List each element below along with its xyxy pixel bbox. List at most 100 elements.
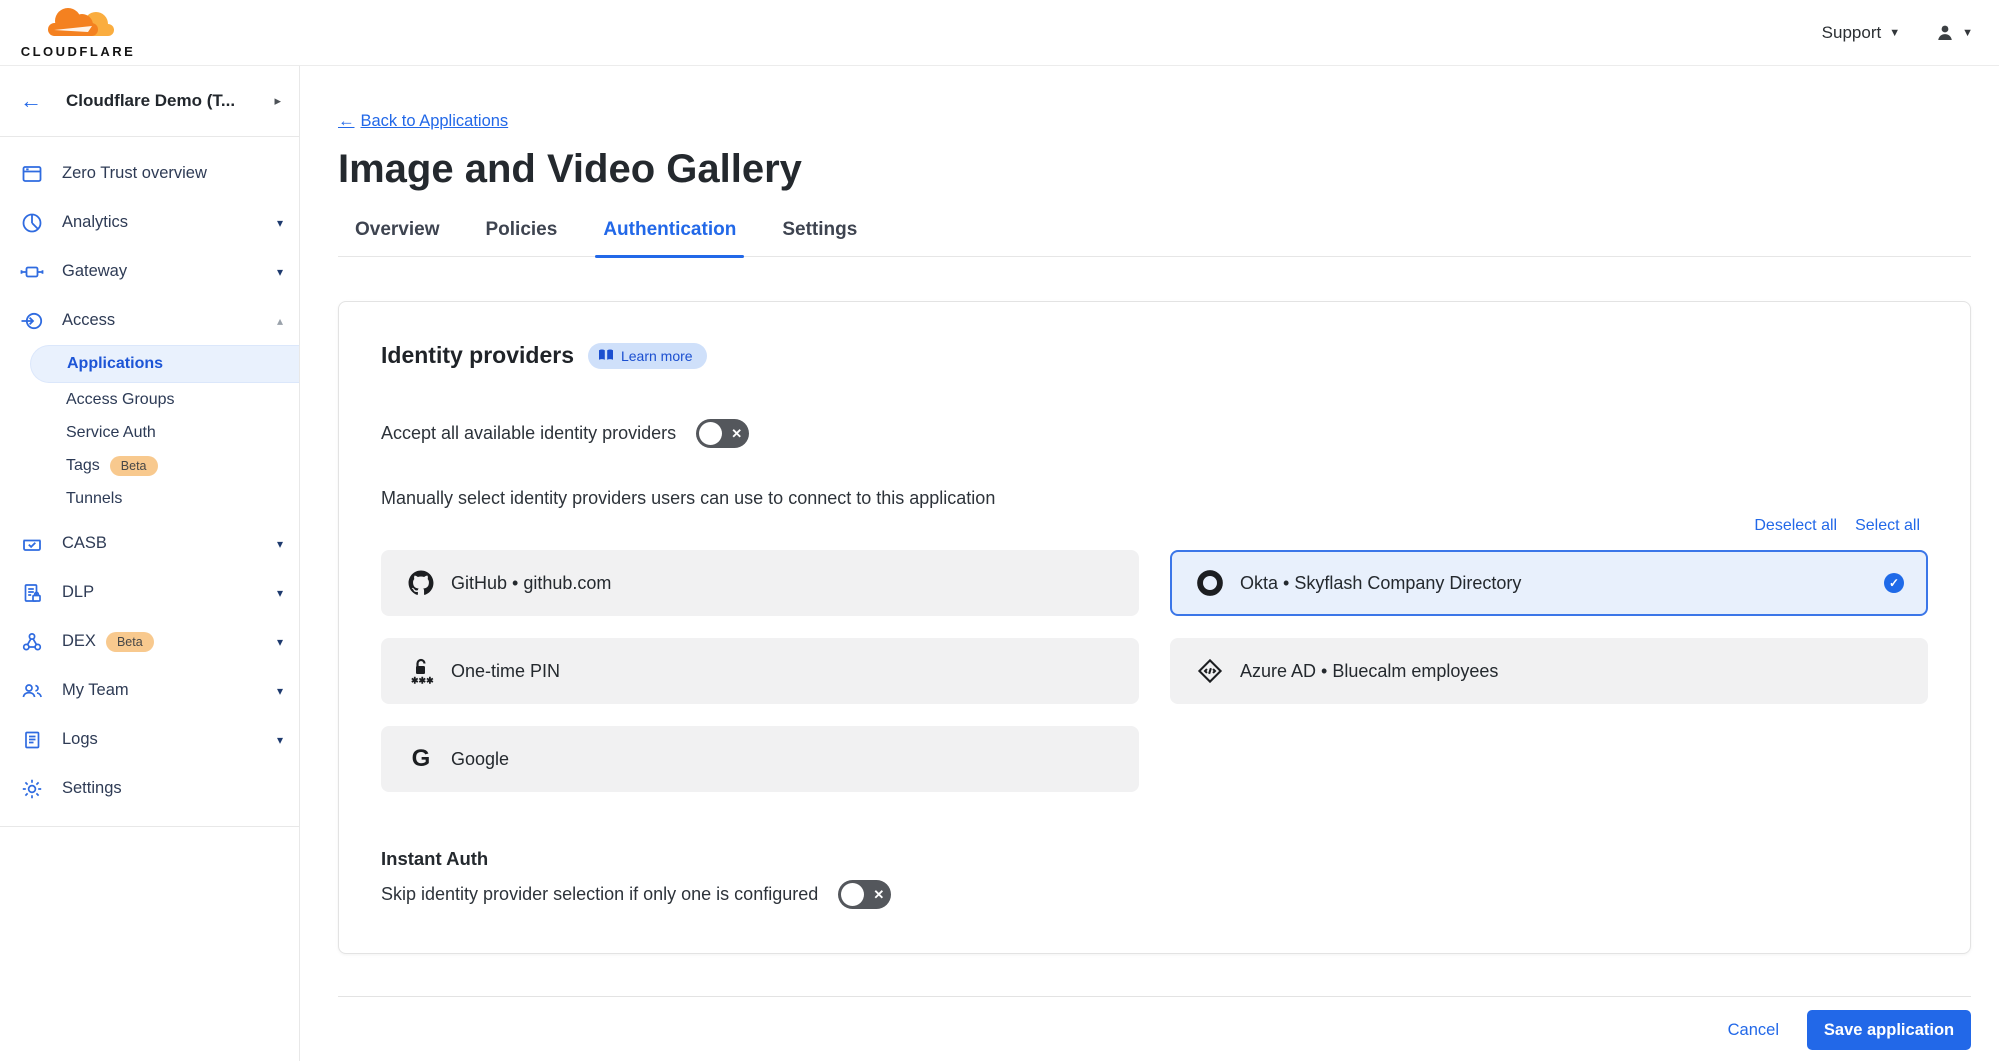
identity-providers-card: Identity providers Learn more Accept all… (338, 301, 1971, 954)
account-menu[interactable]: ▼ (1934, 22, 1973, 44)
beta-badge: Beta (110, 456, 158, 476)
tab-authentication[interactable]: Authentication (603, 219, 736, 256)
support-menu[interactable]: Support ▼ (1822, 23, 1900, 43)
sidebar-item-label: Tags (66, 457, 100, 475)
sidebar-item-access-groups[interactable]: Access Groups (0, 383, 299, 416)
sidebar-item-zero-trust-overview[interactable]: Zero Trust overview (0, 149, 299, 198)
sidebar-item-dex[interactable]: DEX Beta ▾ (0, 617, 299, 666)
sidebar-item-label: Tunnels (66, 490, 122, 508)
pie-chart-icon (20, 211, 44, 235)
sidebar-item-label: My Team (62, 681, 129, 700)
sidebar-item-tunnels[interactable]: Tunnels (0, 482, 299, 515)
sidebar-item-label: DLP (62, 583, 94, 602)
zero-trust-dashboard: CLOUDFLARE Support ▼ ▼ ← C (0, 0, 1999, 1061)
sidebar-item-label: Applications (67, 355, 163, 373)
back-arrow-icon[interactable]: ← (20, 90, 42, 112)
provider-tile-github[interactable]: GitHub • github.com (381, 550, 1139, 616)
sidebar-item-label: Gateway (62, 262, 127, 281)
logs-icon (20, 728, 44, 752)
sidebar-item-access[interactable]: Access ▴ (0, 296, 299, 345)
sidebar: ← Cloudflare Demo (T... ▸ Zero Trust ove… (0, 66, 300, 1061)
tab-bar: Overview Policies Authentication Setting… (338, 219, 1971, 257)
toggle-knob (841, 883, 864, 906)
sidebar-item-service-auth[interactable]: Service Auth (0, 416, 299, 449)
sidebar-item-label: Access (62, 311, 115, 330)
sidebar-item-label: CASB (62, 534, 107, 553)
sidebar-item-label: DEX (62, 632, 96, 651)
sidebar-item-my-team[interactable]: My Team ▾ (0, 666, 299, 715)
manual-select-text: Manually select identity providers users… (381, 488, 1928, 509)
cloudflare-logo[interactable]: CLOUDFLARE (14, 6, 142, 59)
provider-name: Google (451, 749, 509, 770)
one-time-pin-icon: ✱✱✱✱ (407, 656, 435, 686)
chevron-up-icon: ▴ (277, 314, 283, 328)
beta-badge: Beta (106, 632, 154, 652)
access-icon (20, 309, 44, 333)
sidebar-divider (0, 826, 299, 827)
chevron-down-icon: ▼ (1889, 27, 1900, 39)
instant-auth-heading: Instant Auth (381, 848, 1928, 870)
sidebar-item-label: Analytics (62, 213, 128, 232)
book-icon (598, 349, 614, 362)
provider-tile-okta[interactable]: Okta • Skyflash Company Directory ✓ (1170, 550, 1928, 616)
team-icon (20, 679, 44, 703)
chevron-down-icon: ▼ (1962, 27, 1973, 39)
provider-name: One-time PIN (451, 661, 560, 682)
close-icon: ✕ (873, 887, 884, 903)
chevron-down-icon: ▾ (277, 537, 283, 551)
sidebar-item-casb[interactable]: CASB ▾ (0, 519, 299, 568)
account-switcher[interactable]: ← Cloudflare Demo (T... ▸ (0, 66, 299, 137)
card-title: Identity providers (381, 342, 574, 369)
casb-icon (20, 532, 44, 556)
sidebar-item-gateway[interactable]: Gateway ▾ (0, 247, 299, 296)
tab-overview[interactable]: Overview (355, 219, 440, 256)
save-application-button[interactable]: Save application (1807, 1010, 1971, 1050)
back-to-applications-link[interactable]: ← Back to Applications (338, 112, 508, 131)
chevron-down-icon: ▾ (277, 733, 283, 747)
asterisks: ✱✱✱✱ (411, 676, 434, 686)
sidebar-item-dlp[interactable]: DLP ▾ (0, 568, 299, 617)
toggle-knob (699, 422, 722, 445)
cloudflare-cloud-icon (30, 6, 126, 46)
chevron-right-icon[interactable]: ▸ (274, 93, 281, 109)
sidebar-item-label: Zero Trust overview (62, 164, 207, 183)
sidebar-item-analytics[interactable]: Analytics ▾ (0, 198, 299, 247)
document-lock-icon (20, 581, 44, 605)
window-icon (20, 162, 44, 186)
chevron-down-icon: ▾ (277, 684, 283, 698)
chevron-down-icon: ▾ (277, 216, 283, 230)
cancel-button[interactable]: Cancel (1728, 1021, 1779, 1040)
page-title: Image and Video Gallery (338, 145, 1971, 193)
sidebar-item-label: Service Auth (66, 424, 156, 442)
sidebar-item-label: Access Groups (66, 391, 174, 409)
instant-auth-toggle[interactable]: ✕ (838, 880, 891, 909)
provider-tile-azure-ad[interactable]: Azure AD • Bluecalm employees (1170, 638, 1928, 704)
google-g-glyph: G (412, 745, 431, 773)
gear-icon (20, 777, 44, 801)
sidebar-item-tags[interactable]: Tags Beta (0, 449, 299, 482)
sidebar-item-label: Settings (62, 779, 122, 798)
provider-tile-google[interactable]: G Google (381, 726, 1139, 792)
instant-auth-label: Skip identity provider selection if only… (381, 884, 818, 905)
back-arrow-icon: ← (338, 112, 355, 131)
sidebar-item-logs[interactable]: Logs ▾ (0, 715, 299, 764)
chevron-down-icon: ▾ (277, 635, 283, 649)
sidebar-item-label: Logs (62, 730, 98, 749)
learn-more-badge[interactable]: Learn more (588, 343, 707, 369)
gateway-icon (20, 260, 44, 284)
sidebar-item-applications[interactable]: Applications (30, 345, 299, 383)
select-all-link[interactable]: Select all (1855, 517, 1920, 535)
main-content: ← Back to Applications Image and Video G… (300, 66, 1999, 1061)
sidebar-item-settings[interactable]: Settings (0, 764, 299, 813)
deselect-all-link[interactable]: Deselect all (1754, 517, 1837, 535)
okta-icon (1196, 568, 1224, 598)
access-subnav: Applications Access Groups Service Auth … (0, 345, 299, 515)
provider-name: Azure AD • Bluecalm employees (1240, 661, 1498, 682)
accept-all-toggle[interactable]: ✕ (696, 419, 749, 448)
chevron-down-icon: ▾ (277, 265, 283, 279)
tab-settings[interactable]: Settings (782, 219, 857, 256)
provider-tile-one-time-pin[interactable]: ✱✱✱✱ One-time PIN (381, 638, 1139, 704)
network-nodes-icon (20, 630, 44, 654)
tab-policies[interactable]: Policies (486, 219, 558, 256)
check-glyph: ✓ (1889, 576, 1899, 590)
